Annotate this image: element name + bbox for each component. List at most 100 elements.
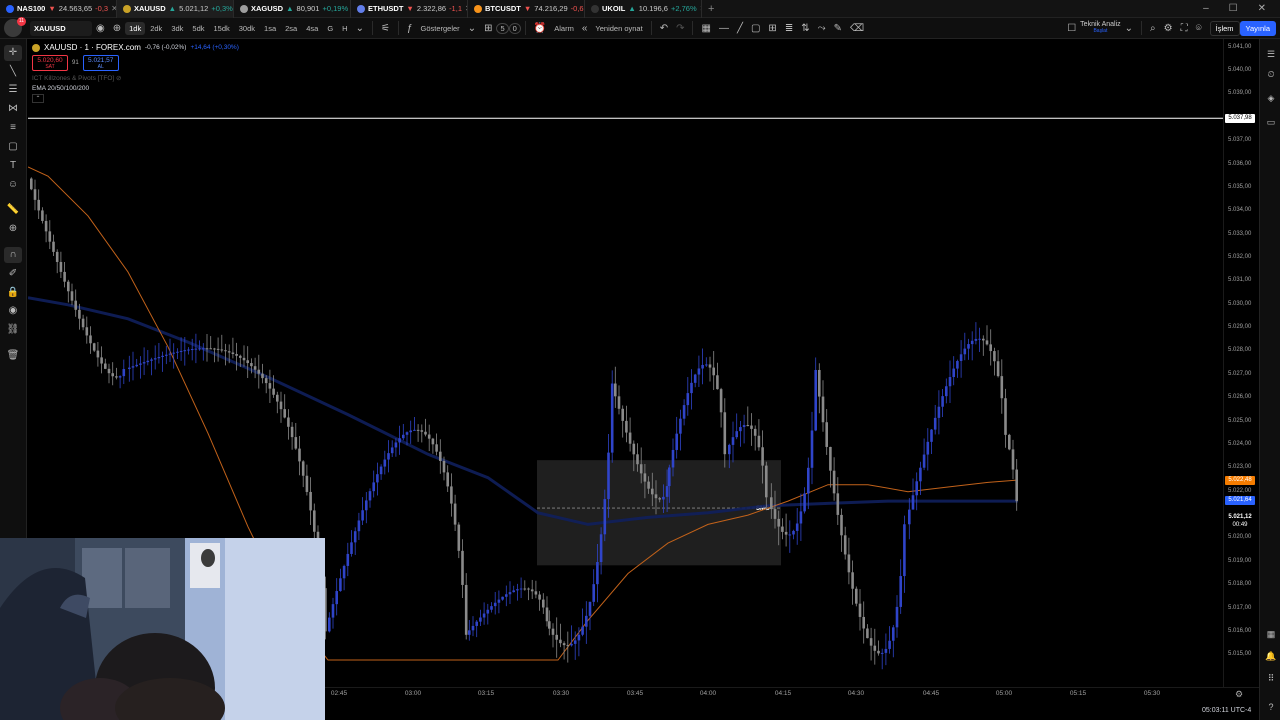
indicator-ema[interactable]: EMA 20/50/100/200	[32, 85, 239, 92]
timeframe-2dk[interactable]: 2dk	[146, 22, 166, 35]
indicator-ict-killzones[interactable]: ICT Killzones & Pivots [TFO] ⊘	[32, 74, 239, 82]
browser-tab-xagusd[interactable]: XAGUSD▲80,901+0,19%✕	[234, 0, 351, 18]
camera-icon[interactable]: ⌾	[1192, 23, 1206, 34]
trade-button[interactable]: İşlem	[1209, 20, 1240, 36]
checkbox-icon[interactable]: ☐	[1063, 23, 1080, 34]
link-icon[interactable]: ⛓	[4, 322, 22, 338]
new-tab-icon[interactable]: +	[702, 3, 720, 15]
counter-a[interactable]: 5	[496, 22, 509, 34]
browser-tab-nas100[interactable]: NAS100▼24.563,65-0,3✕	[0, 0, 117, 18]
line-tool-icon[interactable]: ╲	[4, 64, 22, 80]
right-sidebar: ☰ ⏲ ◈ ▭ ▦ 🔔 ⠿ ?	[1259, 39, 1280, 720]
draw-mode-icon[interactable]: ✐	[4, 266, 22, 282]
chevron-down-icon[interactable]: ⌄	[352, 23, 368, 34]
timeframe-H[interactable]: H	[338, 22, 351, 35]
chat-icon[interactable]: ▭	[1264, 115, 1278, 129]
browser-tab-ethusdt[interactable]: ETHUSDT▼2.322,86-1,1✕	[351, 0, 468, 18]
candle-body	[490, 606, 493, 610]
tech-analysis-button[interactable]: Teknik Analiz Başlat	[1080, 21, 1120, 35]
timeframe-15dk[interactable]: 15dk	[210, 22, 234, 35]
chevron-down-icon[interactable]: ⌄	[464, 23, 480, 34]
emoji-tool-icon[interactable]: ☺	[4, 177, 22, 193]
fib-icon[interactable]: ≣	[781, 23, 797, 34]
legend-change-2: +14,64 (+0,30%)	[190, 44, 239, 51]
alarm-button[interactable]: Alarm	[550, 22, 578, 35]
timeframe-3dk[interactable]: 3dk	[167, 22, 187, 35]
timeframe-G[interactable]: G	[323, 22, 337, 35]
calendar-icon[interactable]: ▦	[1264, 627, 1278, 641]
candle-type-icon[interactable]: ⚟	[377, 23, 394, 34]
buy-button[interactable]: 5.021,57 AL	[82, 55, 119, 71]
pattern-tool-icon[interactable]: ⋈	[4, 101, 22, 117]
candle-body	[888, 640, 891, 649]
ruler-icon[interactable]: 📏	[4, 202, 22, 218]
position-icon[interactable]: ⇅	[797, 23, 813, 34]
templates-icon[interactable]: ⊞	[480, 23, 496, 34]
magnet-icon[interactable]: ∩	[4, 247, 22, 263]
watchlist-icon[interactable]: ☰	[1264, 47, 1278, 61]
horizontal-line-icon[interactable]: —	[715, 23, 733, 34]
brush-icon[interactable]: ✎	[830, 23, 846, 34]
timeframe-1dk[interactable]: 1dk	[125, 21, 146, 35]
rectangle-icon[interactable]: ▢	[747, 23, 764, 34]
replay-button[interactable]: Yeniden oynat	[591, 22, 646, 35]
eraser-icon[interactable]: ⌫	[846, 23, 868, 34]
browser-tab-ukoil[interactable]: UKOIL▲10.196,6+2,76%✕	[585, 0, 702, 18]
bell-icon[interactable]: 🔔	[1264, 649, 1278, 663]
layout-icon[interactable]: ⊞	[764, 23, 780, 34]
grid-menu-icon[interactable]: ⠿	[1264, 671, 1278, 685]
browser-tab-btcusdt[interactable]: BTCUSDT▼74.216,29-0,6✕	[468, 0, 585, 18]
counter-b[interactable]: 0	[508, 22, 521, 34]
close-window-icon[interactable]: ✕	[1258, 3, 1266, 14]
timeframe-4sa[interactable]: 4sa	[302, 22, 322, 35]
hidden-eye-icon[interactable]: ⊘	[116, 75, 121, 82]
eye-icon[interactable]: ◉	[92, 23, 109, 34]
indicators-icon[interactable]: ƒ	[403, 23, 417, 34]
fullscreen-icon[interactable]: ⛶	[1177, 23, 1192, 34]
redo-icon[interactable]: ↷	[672, 23, 688, 34]
timeframe-5dk[interactable]: 5dk	[188, 22, 208, 35]
maximize-icon[interactable]: ☐	[1229, 3, 1238, 14]
timeframe-30dk[interactable]: 30dk	[235, 22, 259, 35]
fib-tool-icon[interactable]: ≡	[4, 120, 22, 136]
crosshair-icon[interactable]: ✛	[4, 45, 22, 61]
zoom-icon[interactable]: ⊕	[4, 221, 22, 237]
alerts-icon[interactable]: ⏲	[1264, 67, 1278, 81]
text-tool-icon[interactable]: T	[4, 158, 22, 174]
price-axis[interactable]: 5.037,98 5.022,48 5.021,64 5.021,12 00:4…	[1223, 39, 1259, 687]
settings-icon[interactable]: ⚙	[1160, 23, 1177, 34]
trend-line-icon[interactable]: ╱	[733, 23, 747, 34]
grid-tool-icon[interactable]: ▦	[697, 23, 714, 34]
indicators-button[interactable]: Göstergeler	[417, 22, 464, 35]
replay-icon[interactable]: «	[578, 23, 592, 34]
chevron-down-icon[interactable]: ⌄	[1121, 23, 1137, 34]
lock-icon[interactable]: 🔒	[4, 285, 22, 301]
settings-gear-icon[interactable]: ⚙	[1235, 689, 1243, 700]
add-symbol-icon[interactable]: ⊕	[109, 23, 125, 34]
layers-icon[interactable]: ◈	[1264, 91, 1278, 105]
price-tick: 5.024,00	[1228, 440, 1252, 447]
sell-button[interactable]: 5.020,60 SAT	[32, 55, 68, 71]
browser-tab-xauusd[interactable]: XAUUSD▲5.021,12+0,3%✕	[117, 0, 234, 18]
trash-icon[interactable]: 🗑	[4, 348, 22, 364]
collapse-legend-icon[interactable]: ⌃	[32, 94, 44, 103]
candle-body	[165, 354, 168, 356]
legend-title[interactable]: XAUUSD · 1 · FOREX.com	[44, 43, 141, 52]
timezone-clock[interactable]: 05:03:11 UTC-4	[1202, 707, 1251, 714]
path-icon[interactable]: ⤳	[814, 23, 830, 34]
parallel-lines-icon[interactable]: ☰	[4, 82, 22, 98]
alarm-icon[interactable]: ⏰	[530, 23, 550, 34]
candle-body	[48, 231, 52, 242]
user-avatar[interactable]: 11	[4, 17, 26, 37]
visibility-icon[interactable]: ◉	[4, 303, 22, 319]
undo-icon[interactable]: ↶	[656, 23, 672, 34]
shape-tool-icon[interactable]: ▢	[4, 139, 22, 155]
candle-body	[739, 427, 742, 432]
timeframe-1sa[interactable]: 1sa	[260, 22, 280, 35]
help-icon[interactable]: ?	[1264, 700, 1278, 714]
timeframe-2sa[interactable]: 2sa	[281, 22, 301, 35]
minimize-icon[interactable]: –	[1203, 3, 1209, 14]
symbol-search[interactable]: XAUUSD	[30, 20, 92, 36]
publish-button[interactable]: Yayınla	[1239, 20, 1276, 36]
search-icon[interactable]: ⌕	[1146, 23, 1160, 34]
